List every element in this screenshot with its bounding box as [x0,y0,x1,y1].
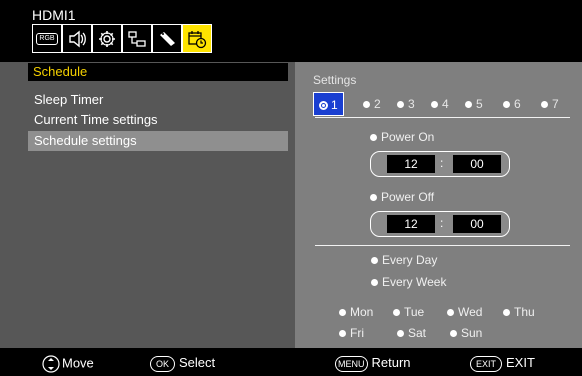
speaker-icon [69,30,86,47]
time-separator: : [440,156,444,170]
day-sun-label: Sun [461,326,483,340]
power-off-hour[interactable]: 12 [387,215,435,233]
dot-icon [393,309,400,317]
day-thu-label: Thu [514,305,535,319]
program-1-label: 1 [331,98,338,112]
tool-setup[interactable] [92,24,122,53]
input-name: HDMI1 [32,7,76,23]
program-2[interactable]: 2 [363,92,381,116]
footer-return-label: Return [371,355,411,370]
dot-icon [370,194,377,202]
program-2-label: 2 [374,97,381,111]
footer-select-label: Select [179,355,216,370]
program-5-label: 5 [476,97,483,111]
power-on-time: 12 : 00 [370,151,510,177]
program-1[interactable]: 1 [313,92,344,116]
every-week-option[interactable]: Every Week [371,275,446,289]
time-separator: : [440,216,444,230]
dot-icon [397,330,404,338]
day-thu[interactable]: Thu [503,305,535,319]
day-tue-label: Tue [404,305,425,319]
divider [315,245,570,246]
tool-schedule[interactable] [182,24,212,53]
dot-icon [447,309,454,317]
network-icon [128,30,146,47]
program-3-label: 3 [408,97,415,111]
radio-selected-icon [319,101,328,111]
program-6[interactable]: 6 [503,92,521,116]
gear-icon [99,30,115,47]
footer-move-label: Move [62,355,94,371]
footer-return: MENU Return [335,355,411,372]
tool-icon-bar: RGB [32,24,212,55]
day-fri-label: Fri [350,326,364,340]
tool-rgb[interactable]: RGB [32,24,62,53]
dot-icon [450,330,457,338]
footer-select: OK Select [150,355,215,372]
dot-icon [503,309,510,317]
dot-icon [431,101,438,109]
day-sun[interactable]: Sun [450,326,482,340]
power-on-hour[interactable]: 12 [387,155,435,173]
power-off-option[interactable]: Power Off [370,190,434,204]
day-tue[interactable]: Tue [393,305,424,319]
remote-icon [160,31,175,46]
program-6-label: 6 [514,97,521,111]
menu-item-current-time[interactable]: Current Time settings [28,110,288,130]
power-on-option[interactable]: Power On [370,130,434,144]
section-title: Schedule [28,63,288,81]
dot-icon [503,101,510,109]
program-selector: 1 2 3 4 5 6 7 [313,92,575,116]
footer-exit: EXIT EXIT [470,355,535,372]
exit-key: EXIT [470,355,503,372]
day-wed[interactable]: Wed [447,305,482,319]
settings-label: Settings [313,73,357,87]
power-off-time: 12 : 00 [370,211,510,237]
dot-icon [339,330,346,338]
tool-control[interactable] [152,24,182,53]
day-sat-label: Sat [408,326,427,340]
dot-icon [371,257,378,265]
tool-audio[interactable] [62,24,92,53]
dot-icon [541,101,548,109]
program-5[interactable]: 5 [465,92,483,116]
program-7-label: 7 [552,97,559,111]
calendar-clock-icon [188,30,207,48]
day-mon-label: Mon [350,305,374,319]
every-day-label: Every Day [382,253,438,267]
program-4[interactable]: 4 [431,92,449,116]
divider [315,117,570,118]
day-sat[interactable]: Sat [397,326,426,340]
menu-item-sleep-timer[interactable]: Sleep Timer [28,90,288,110]
every-day-option[interactable]: Every Day [371,253,437,267]
power-on-minute[interactable]: 00 [453,155,501,173]
dot-icon [370,134,377,142]
dot-icon [363,101,370,109]
day-mon[interactable]: Mon [339,305,373,319]
dot-icon [465,101,472,109]
menu-item-schedule-settings[interactable]: Schedule settings [28,131,288,151]
ok-key: OK [150,355,176,372]
menu-key: MENU [335,355,368,372]
every-week-label: Every Week [382,275,447,289]
program-4-label: 4 [442,97,449,111]
dot-icon [371,279,378,287]
dpad-icon [42,355,60,373]
footer-move: Move [42,355,94,373]
day-wed-label: Wed [458,305,483,319]
day-fri[interactable]: Fri [339,326,364,340]
rgb-icon: RGB [36,32,58,45]
program-3[interactable]: 3 [397,92,415,116]
dot-icon [339,309,346,317]
power-off-label: Power Off [381,190,435,204]
program-7[interactable]: 7 [541,92,559,116]
power-on-label: Power On [381,130,435,144]
power-off-minute[interactable]: 00 [453,215,501,233]
footer-exit-label: EXIT [506,355,535,370]
dot-icon [397,101,404,109]
tool-network[interactable] [122,24,152,53]
